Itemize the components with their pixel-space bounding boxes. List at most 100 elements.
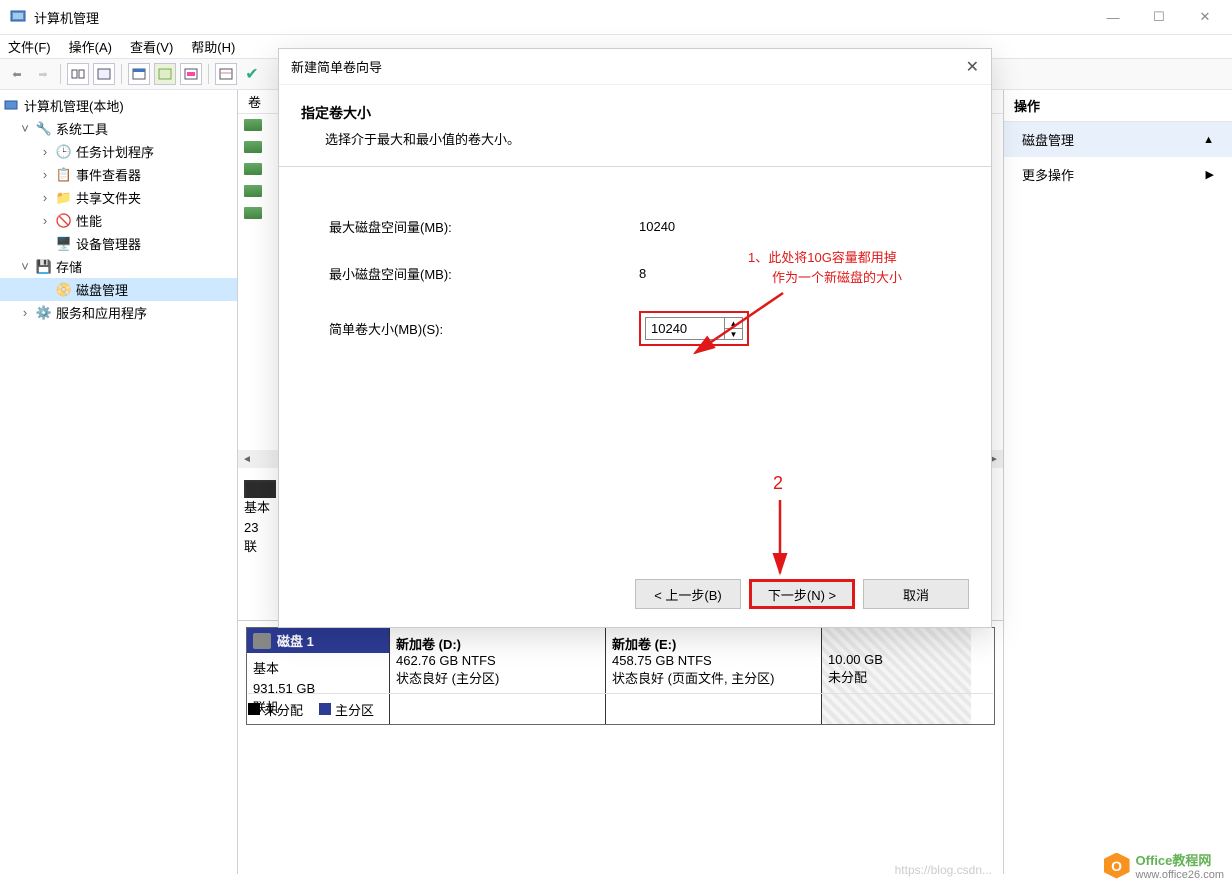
expand-icon[interactable]: › — [38, 213, 52, 228]
nav-sharedfolders[interactable]: › 📁 共享文件夹 — [0, 186, 237, 209]
annotation-1-line1: 1、此处将10G容量都用掉 — [748, 248, 902, 268]
actions-header: 操作 — [1004, 90, 1232, 122]
nav-device-label: 设备管理器 — [76, 234, 141, 253]
watermark-logo-icon: O — [1104, 853, 1130, 879]
toolbtn-refresh[interactable] — [128, 63, 150, 85]
disk-title-label: 磁盘 1 — [277, 631, 314, 650]
toolbtn-help[interactable]: ✔ — [241, 63, 263, 85]
actions-item-diskmgmt[interactable]: 磁盘管理 ▲ — [1004, 122, 1232, 157]
nav-eventviewer-label: 事件查看器 — [76, 165, 141, 184]
clock-icon: 🕒 — [56, 144, 72, 160]
min-size-label: 最小磁盘空间量(MB): — [329, 264, 639, 283]
volume-icon — [244, 207, 262, 219]
device-icon: 🖥️ — [56, 236, 72, 252]
wizard-titlebar: 新建简单卷向导 ✕ — [279, 49, 991, 85]
vol-u-size: 10.00 GB — [828, 652, 965, 667]
watermark-url: www.office26.com — [1136, 869, 1224, 881]
nav-storage[interactable]: ˅ 💾 存储 — [0, 255, 237, 278]
next-button[interactable]: 下一步(N) > — [749, 579, 855, 609]
volume-icon — [244, 141, 262, 153]
disk-icon: 📀 — [56, 282, 72, 298]
cancel-button[interactable]: 取消 — [863, 579, 969, 609]
nav-root[interactable]: 计算机管理(本地) — [0, 94, 237, 117]
menu-help[interactable]: 帮助(H) — [191, 37, 235, 56]
toolbtn-5[interactable] — [180, 63, 202, 85]
spinner-down-button[interactable]: ▼ — [725, 329, 742, 339]
titlebar: 计算机管理 — ☐ ✕ — [0, 0, 1232, 34]
expand-icon[interactable]: ˅ — [18, 121, 32, 136]
folder-icon: 📁 — [56, 190, 72, 206]
max-size-value: 10240 — [639, 219, 675, 234]
csdn-watermark: https://blog.csdn... — [895, 863, 992, 877]
vol-u-status: 未分配 — [828, 667, 965, 686]
maximize-button[interactable]: ☐ — [1136, 2, 1182, 32]
expand-icon: ▶ — [1206, 168, 1214, 181]
nav-performance[interactable]: › 🚫 性能 — [0, 209, 237, 232]
wizard-body: 最大磁盘空间量(MB): 10240 最小磁盘空间量(MB): 8 简单卷大小(… — [279, 167, 991, 424]
disk-title[interactable]: 磁盘 1 — [247, 628, 389, 653]
expand-icon[interactable]: ˅ — [18, 259, 32, 274]
app-icon — [10, 8, 28, 26]
vol-e-name: 新加卷 (E:) — [612, 634, 815, 653]
close-button[interactable]: ✕ — [1182, 2, 1228, 32]
expand-icon[interactable]: › — [38, 144, 52, 159]
forward-button[interactable]: ➡ — [32, 63, 54, 85]
vol-e-status: 状态良好 (页面文件, 主分区) — [612, 668, 815, 687]
watermark-brand: Office教程网 — [1136, 850, 1224, 869]
vol-d-size: 462.76 GB NTFS — [396, 653, 599, 668]
office-watermark: O Office教程网 www.office26.com — [1104, 850, 1224, 881]
disk0-bar — [244, 480, 276, 498]
wizard-buttons: < 上一步(B) 下一步(N) > 取消 — [635, 579, 969, 609]
toolbtn-6[interactable] — [215, 63, 237, 85]
nav-tree: 计算机管理(本地) ˅ 🔧 系统工具 › 🕒 任务计划程序 › 📋 事件查看器 … — [0, 90, 238, 874]
nav-devicemgr[interactable]: 🖥️ 设备管理器 — [0, 232, 237, 255]
expand-icon[interactable]: › — [38, 190, 52, 205]
legend-primary: 主分区 — [319, 700, 374, 719]
max-size-label: 最大磁盘空间量(MB): — [329, 217, 639, 236]
nav-systools-label: 系统工具 — [56, 119, 108, 138]
volume-size-input[interactable] — [645, 317, 725, 340]
wizard-dialog: 新建简单卷向导 ✕ 指定卷大小 选择介于最大和最小值的卷大小。 最大磁盘空间量(… — [278, 48, 992, 628]
back-button[interactable]: ⬅ — [6, 63, 28, 85]
event-icon: 📋 — [56, 167, 72, 183]
separator — [121, 64, 122, 84]
scroll-left-button[interactable]: ◄ — [238, 450, 256, 468]
wizard-close-button[interactable]: ✕ — [966, 57, 979, 77]
volume-size-label: 简单卷大小(MB)(S): — [329, 319, 639, 338]
vol-d-status: 状态良好 (主分区) — [396, 668, 599, 687]
expand-icon[interactable]: › — [38, 167, 52, 182]
menu-view[interactable]: 查看(V) — [130, 37, 173, 56]
disk0-partial: 基本 23 联 — [244, 480, 276, 557]
actions-panel: 操作 磁盘管理 ▲ 更多操作 ▶ — [1004, 90, 1232, 874]
services-icon: ⚙️ — [36, 305, 52, 321]
toolbtn-2[interactable] — [93, 63, 115, 85]
spinner-up-button[interactable]: ▲ — [725, 318, 742, 329]
actions-item-more[interactable]: 更多操作 ▶ — [1004, 157, 1232, 192]
nav-diskmgmt[interactable]: 📀 磁盘管理 — [0, 278, 237, 301]
disk-type: 基本 — [253, 659, 383, 679]
toolbtn-1[interactable] — [67, 63, 89, 85]
back-button[interactable]: < 上一步(B) — [635, 579, 741, 609]
actions-item-label: 更多操作 — [1022, 165, 1074, 184]
menu-action[interactable]: 操作(A) — [69, 37, 112, 56]
collapse-icon: ▲ — [1203, 134, 1214, 146]
separator — [208, 64, 209, 84]
actions-item-label: 磁盘管理 — [1022, 130, 1074, 149]
expand-icon[interactable]: › — [18, 305, 32, 320]
toolbtn-4[interactable] — [154, 63, 176, 85]
nav-systools[interactable]: ˅ 🔧 系统工具 — [0, 117, 237, 140]
wizard-heading: 指定卷大小 — [301, 103, 969, 123]
nav-scheduler[interactable]: › 🕒 任务计划程序 — [0, 140, 237, 163]
wizard-header: 指定卷大小 选择介于最大和最小值的卷大小。 — [279, 85, 991, 167]
vol-e-size: 458.75 GB NTFS — [612, 653, 815, 668]
volume-icon — [244, 119, 262, 131]
minimize-button[interactable]: — — [1090, 2, 1136, 32]
menu-file[interactable]: 文件(F) — [8, 37, 51, 56]
nav-services[interactable]: › ⚙️ 服务和应用程序 — [0, 301, 237, 324]
nav-services-label: 服务和应用程序 — [56, 303, 147, 322]
nav-eventviewer[interactable]: › 📋 事件查看器 — [0, 163, 237, 186]
volume-icon — [244, 163, 262, 175]
disk0-size: 23 — [244, 518, 276, 538]
nav-scheduler-label: 任务计划程序 — [76, 142, 154, 161]
vol-d-name: 新加卷 (D:) — [396, 634, 599, 653]
